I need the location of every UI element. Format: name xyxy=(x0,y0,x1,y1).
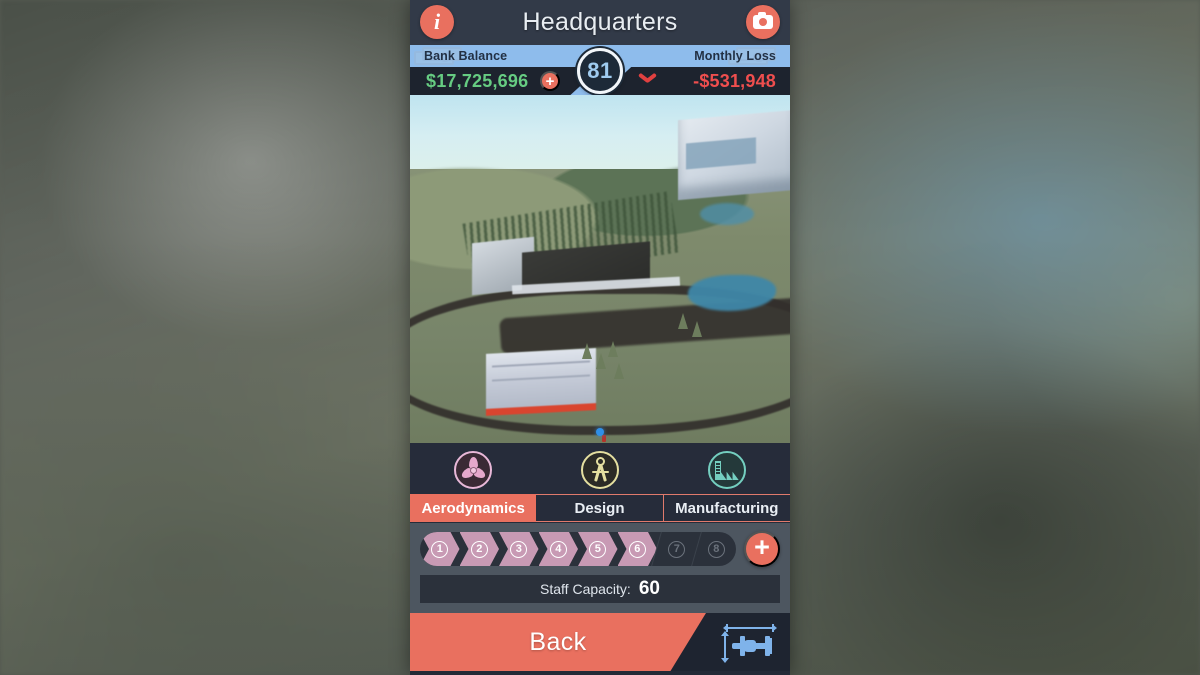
info-icon: i xyxy=(433,9,441,34)
building-headquarters xyxy=(678,109,790,201)
add-funds-button[interactable]: + xyxy=(540,71,560,91)
tree xyxy=(678,313,688,329)
fan-icon xyxy=(454,451,493,489)
team-rating-value: 81 xyxy=(587,58,613,83)
team-rating-badge: 81 xyxy=(577,48,623,94)
camera-pan-indicator[interactable] xyxy=(596,428,604,436)
level-pip-7[interactable]: 7 xyxy=(657,532,697,566)
staff-capacity-value: 60 xyxy=(638,578,660,599)
staff-capacity-row: Staff Capacity: 60 xyxy=(420,575,780,603)
level-pip-label: 1 xyxy=(431,540,449,558)
factory-icon xyxy=(707,451,746,489)
department-tab-labels: Aerodynamics Design Manufacturing xyxy=(410,494,790,522)
lake-far xyxy=(700,203,754,225)
tree xyxy=(596,353,606,369)
level-pip-6[interactable]: 6 xyxy=(618,532,658,566)
car-dimensions-icon xyxy=(720,622,777,663)
department-tab-icons xyxy=(410,448,790,492)
monthly-loss-value: -$531,948 xyxy=(693,70,776,91)
tree xyxy=(614,363,624,379)
level-row: 1 2 3 4 5 6 7 8 + xyxy=(420,531,780,567)
chevron-down-icon[interactable] xyxy=(638,72,658,90)
upgrade-button[interactable]: + xyxy=(744,531,780,567)
level-pip-label: 5 xyxy=(589,540,607,558)
tree xyxy=(582,343,592,359)
finance-bar: Bank Balance Monthly Loss $17,725,696 -$… xyxy=(410,45,790,95)
tab-icon-cell-design[interactable] xyxy=(537,448,664,492)
building-garage xyxy=(486,348,596,416)
level-pip-label: 8 xyxy=(707,540,725,558)
back-button[interactable]: Back xyxy=(410,613,706,671)
monthly-loss-panel: -$531,948 xyxy=(601,67,790,95)
staff-capacity-label: Staff Capacity: xyxy=(540,581,631,597)
tab-icon-cell-aerodynamics[interactable] xyxy=(410,448,537,492)
bank-balance-panel: $17,725,696 xyxy=(410,67,601,95)
info-button[interactable]: i xyxy=(420,5,454,39)
car-setup-button[interactable] xyxy=(706,613,790,671)
monthly-loss-label: Monthly Loss xyxy=(694,49,776,63)
level-progress-bar[interactable]: 1 2 3 4 5 6 7 8 xyxy=(420,532,736,566)
level-pip-label: 6 xyxy=(628,540,646,558)
traffic-cone xyxy=(602,435,606,442)
tab-manufacturing[interactable]: Manufacturing xyxy=(663,494,790,522)
level-pip-2[interactable]: 2 xyxy=(460,532,500,566)
camera-icon xyxy=(753,11,773,29)
level-pip-8[interactable]: 8 xyxy=(697,532,737,566)
level-pip-4[interactable]: 4 xyxy=(539,532,579,566)
level-pip-5[interactable]: 5 xyxy=(578,532,618,566)
headquarters-3d-view[interactable] xyxy=(410,95,790,443)
tree xyxy=(608,341,618,357)
bank-balance-label: Bank Balance xyxy=(424,49,508,63)
level-pip-label: 7 xyxy=(668,540,686,558)
upgrade-panel: 1 2 3 4 5 6 7 8 + Staff Capacity: 60 xyxy=(410,523,790,613)
level-pip-1[interactable]: 1 xyxy=(420,532,460,566)
department-tabs: Aerodynamics Design Manufacturing xyxy=(410,443,790,523)
tab-icon-cell-manufacturing[interactable] xyxy=(663,448,790,492)
camera-button[interactable] xyxy=(746,5,780,39)
level-pip-3[interactable]: 3 xyxy=(499,532,539,566)
bank-balance-value: $17,725,696 xyxy=(426,70,529,91)
game-app-panel: i Headquarters Bank Balance Monthly Loss… xyxy=(410,0,790,675)
bottom-bar: Back xyxy=(410,613,790,671)
plus-icon: + xyxy=(545,72,555,90)
tab-design[interactable]: Design xyxy=(536,494,664,522)
level-pip-label: 2 xyxy=(470,540,488,558)
compass-icon xyxy=(581,451,619,489)
page-title: Headquarters xyxy=(522,8,678,36)
level-pip-label: 3 xyxy=(510,540,528,558)
plus-icon: + xyxy=(754,532,770,562)
title-bar: i Headquarters xyxy=(410,0,790,45)
tab-aerodynamics[interactable]: Aerodynamics xyxy=(410,494,537,522)
level-pip-label: 4 xyxy=(549,540,567,558)
tree xyxy=(692,321,702,337)
